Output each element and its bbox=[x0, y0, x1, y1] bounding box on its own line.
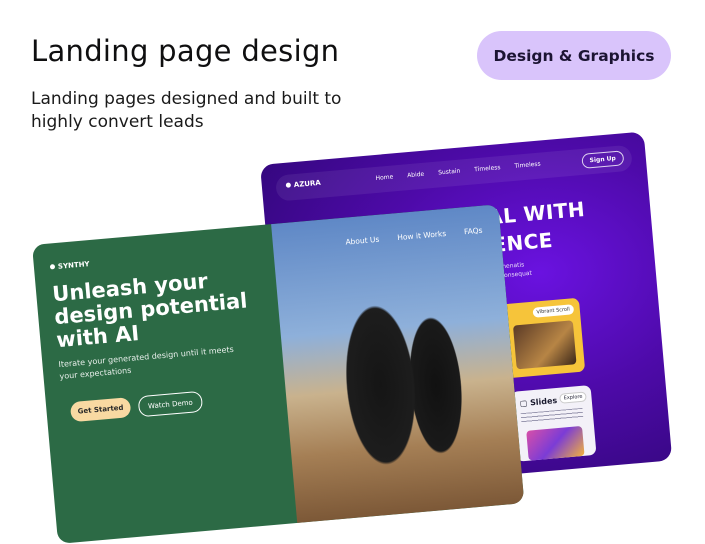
watch-demo-button[interactable]: Watch Demo bbox=[137, 390, 204, 418]
azura-logo[interactable]: AZURA bbox=[285, 178, 322, 190]
page-subtitle: Landing pages designed and built to high… bbox=[31, 89, 342, 132]
azura-nav-abide[interactable]: Abide bbox=[407, 171, 425, 179]
azura-card-image bbox=[512, 320, 577, 370]
category-badge[interactable]: Design & Graphics bbox=[477, 31, 671, 80]
logo-dot-icon bbox=[49, 264, 56, 270]
azura-card-chip[interactable]: Vibrant Scroll bbox=[532, 304, 575, 318]
azura-nav-sustain[interactable]: Sustain bbox=[438, 168, 461, 177]
synthy-logo[interactable]: SYNTHY bbox=[49, 260, 90, 271]
logo-dot-icon bbox=[285, 182, 292, 188]
slides-chip[interactable]: Explore bbox=[559, 391, 587, 404]
azura-nav-links: Home Abide Sustain Timeless Timeless bbox=[375, 161, 541, 182]
slides-text-lines bbox=[520, 407, 584, 424]
azura-signup-button[interactable]: Sign Up bbox=[581, 150, 625, 169]
synthy-nav-faqs[interactable]: FAQs bbox=[464, 226, 483, 237]
synthy-brand: SYNTHY bbox=[57, 260, 90, 271]
hero-photo bbox=[271, 204, 525, 523]
synthy-mockup: SYNTHY About Us How it Works FAQs Unleas… bbox=[32, 204, 525, 544]
azura-nav-timeless[interactable]: Timeless bbox=[474, 164, 501, 173]
azura-slides-card: ▢ Slides Explore bbox=[510, 385, 597, 462]
get-started-button[interactable]: Get Started bbox=[69, 397, 132, 423]
azura-brand: AZURA bbox=[293, 178, 322, 190]
slides-label: ▢ Slides bbox=[519, 396, 558, 409]
azura-navbar: AZURA Home Abide Sustain Timeless Timele… bbox=[274, 144, 633, 202]
synthy-headline: Unleash your design potential with AI bbox=[51, 268, 249, 353]
azura-nav-timeless-2[interactable]: Timeless bbox=[514, 161, 541, 170]
slides-image bbox=[526, 425, 585, 461]
azura-nav-home[interactable]: Home bbox=[375, 173, 393, 182]
page-title: Landing page design bbox=[31, 34, 340, 68]
